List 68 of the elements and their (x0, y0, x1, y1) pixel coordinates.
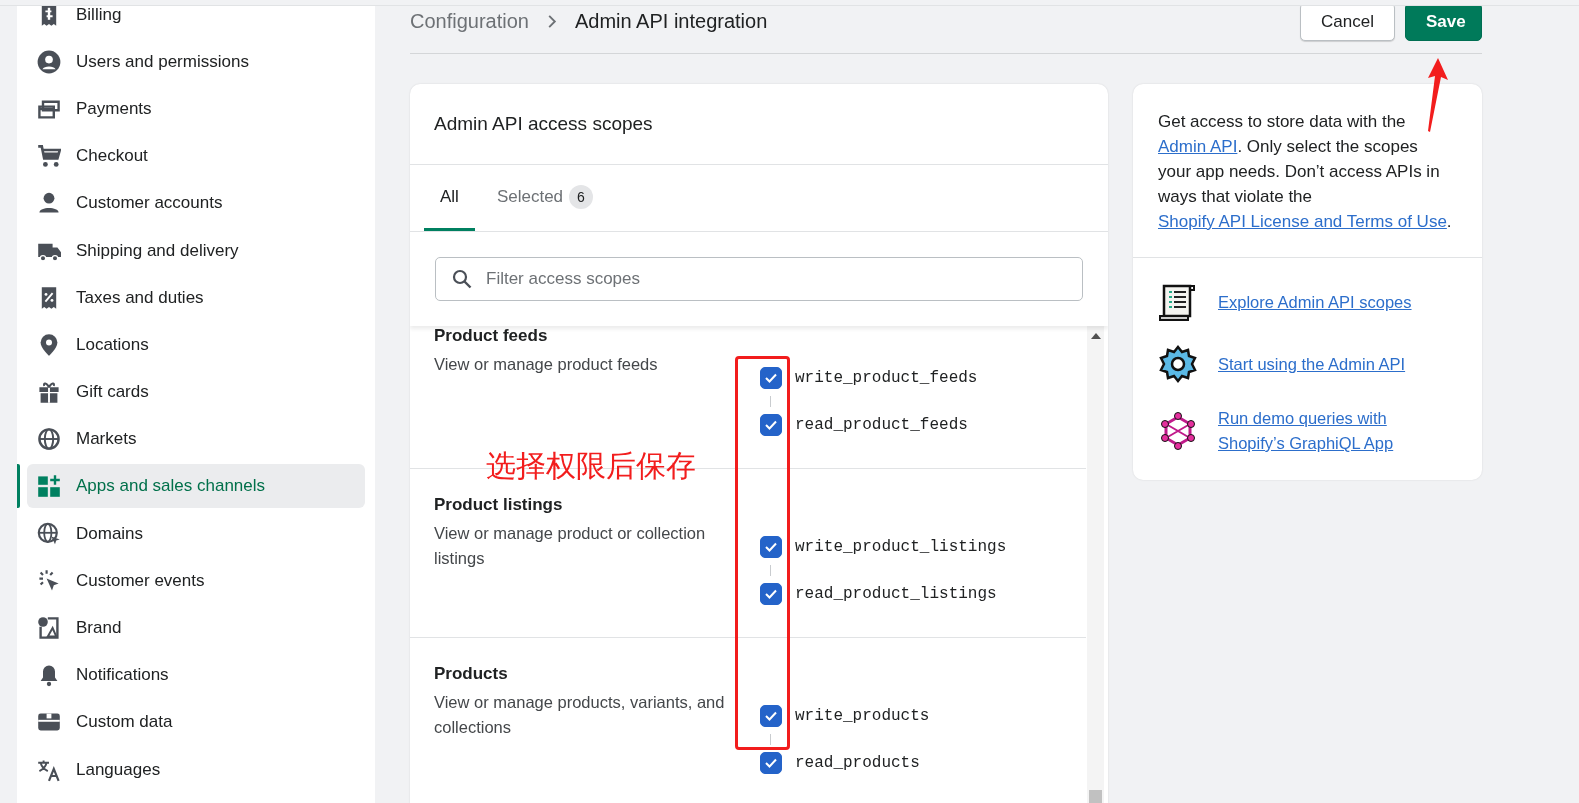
sidebar-item[interactable]: Taxes and duties (27, 275, 365, 320)
search-icon (452, 269, 472, 289)
globe-cursor-icon (37, 521, 61, 546)
sidebar-item[interactable]: Customer events (27, 558, 365, 603)
tab[interactable]: All (424, 165, 475, 231)
sidebar-item[interactable]: Customer accounts (27, 181, 365, 226)
sidebar-item[interactable]: Billing (27, 6, 365, 37)
resource-link[interactable]: Run demo queries with Shopify’s GraphiQL App (1218, 406, 1457, 456)
section-title: Product listings (434, 494, 564, 516)
scope-name: read_product_feeds (795, 416, 968, 434)
section-description: View or manage products, variants, and collections (434, 692, 726, 738)
gift-icon (37, 380, 61, 405)
annotation-text: 选择权限后保存 (486, 448, 696, 484)
resource-link[interactable]: Explore Admin API scopes (1218, 289, 1412, 315)
sidebar-item[interactable]: Users and permissions (27, 39, 365, 84)
scroll-document-icon (1158, 282, 1198, 322)
scrollbar-thumb[interactable] (1089, 790, 1102, 803)
globe-icon (37, 427, 61, 452)
breadcrumb-link[interactable]: Configuration (410, 10, 529, 33)
section-title: Product feeds (434, 326, 549, 347)
sidebar-item[interactable]: Markets (27, 417, 365, 462)
cart-icon (37, 144, 61, 169)
checkbox[interactable] (760, 705, 782, 727)
cancel-button[interactable]: Cancel (1300, 6, 1395, 41)
translate-icon (37, 757, 61, 782)
resource-link[interactable]: Start using the Admin API (1218, 351, 1406, 377)
up-arrow-icon (1091, 333, 1101, 339)
section-description: View or manage product or collection listings (434, 523, 707, 569)
scope-name: write_product_listings (795, 538, 1007, 556)
sidebar-item[interactable]: Shipping and delivery (27, 228, 365, 273)
page-title: Admin API integration (574, 10, 768, 33)
tab[interactable]: Selected 6 (480, 165, 609, 231)
scope-name: write_product_feeds (795, 369, 978, 387)
sidebar-item[interactable]: Locations (27, 322, 365, 367)
gear-icon (1158, 344, 1198, 384)
sidebar-item[interactable]: Domains (27, 511, 365, 556)
scope-name: write_products (795, 707, 930, 725)
save-button[interactable]: Save (1405, 6, 1482, 41)
checkbox[interactable] (760, 367, 782, 389)
checkbox[interactable] (760, 536, 782, 558)
card-title: Admin API access scopes (410, 84, 1108, 165)
sidebar-item[interactable]: Custom data (27, 700, 365, 745)
checkbox[interactable] (760, 583, 782, 605)
chevron-right-icon (546, 14, 557, 29)
search-field[interactable]: Filter access scopes (435, 257, 1083, 301)
section-title: Products (434, 663, 509, 685)
scope-name: read_product_listings (795, 585, 997, 603)
sidebar-item[interactable]: Languages (27, 747, 365, 792)
section-description: View or manage product feeds (434, 354, 659, 375)
person-circle-icon (37, 49, 61, 74)
person-icon (37, 191, 61, 216)
link[interactable]: Shopify API License and Terms of Use (1158, 212, 1447, 231)
scrollbar[interactable] (1087, 326, 1104, 803)
grid-plus-icon (37, 474, 61, 499)
link[interactable]: Admin API (1158, 137, 1238, 156)
sidebar-item[interactable]: Notifications (27, 653, 365, 698)
hexagon-nodes-icon (1158, 411, 1198, 451)
count-badge: 6 (569, 184, 593, 209)
sidebar-item[interactable]: Brand (27, 606, 365, 651)
checkbox[interactable] (760, 752, 782, 774)
info-paragraph: Get access to store data with the Admin API. Only select the scopes your app needs. Don’t access APIs in ways that violate the Shopify API License and Terms of Use. (1158, 111, 1452, 233)
sidebar-item[interactable]: Payments (27, 86, 365, 131)
sidebar-item[interactable]: Gift cards (27, 370, 365, 415)
checkbox[interactable] (760, 414, 782, 436)
sidebar-item[interactable]: Checkout (27, 134, 365, 179)
image-shape-icon (37, 616, 61, 641)
scope-name: read_products (795, 754, 920, 772)
pointer-arrow-icon (1426, 58, 1450, 132)
